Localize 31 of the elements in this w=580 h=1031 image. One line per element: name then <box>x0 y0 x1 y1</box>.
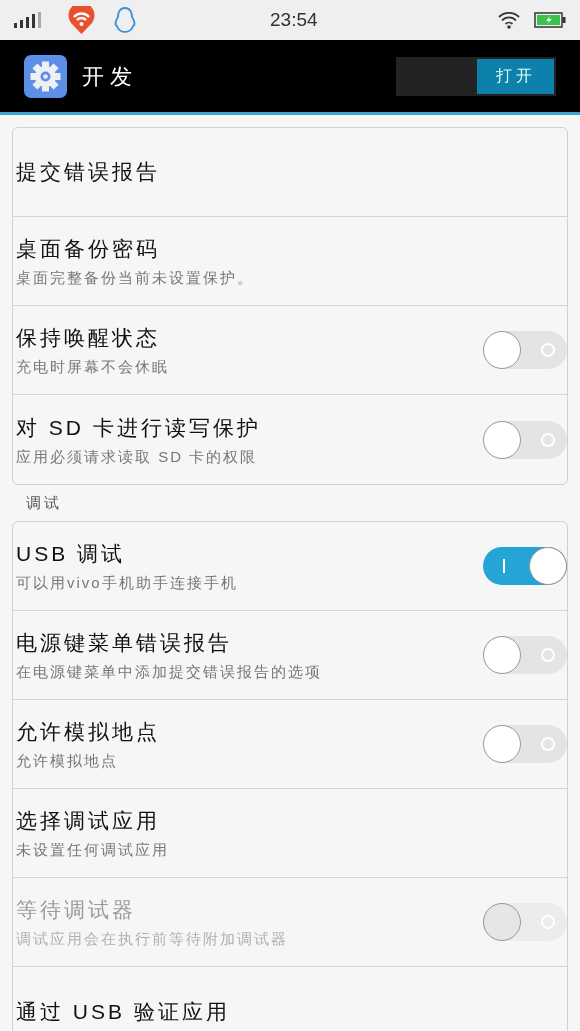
row-title[interactable]: 提交错误报告 <box>16 157 567 187</box>
penguin-icon <box>113 6 137 34</box>
row-subtitle: 在电源键菜单中添加提交错误报告的选项 <box>16 662 323 682</box>
wifi-icon <box>498 11 520 29</box>
toggle-switch[interactable] <box>483 636 567 674</box>
clock-time: 23:54 <box>270 7 318 32</box>
row-title[interactable]: 桌面备份密码 <box>16 234 567 264</box>
row-subtitle: 应用必须请求读取 SD 卡的权限 <box>16 446 259 467</box>
toggle-switch[interactable] <box>483 420 567 459</box>
row-subtitle: 允许模拟地点 <box>16 751 119 771</box>
battery-icon <box>534 12 566 28</box>
toggle-switch[interactable] <box>483 725 567 763</box>
section-label: 调试 <box>25 492 63 513</box>
row-title[interactable]: 通过 USB 验证应用 <box>16 996 567 1027</box>
row-subtitle: 调试应用会在执行前等待附加调试器 <box>16 929 289 949</box>
row-title[interactable]: 对 SD 卡进行读写保护 <box>16 412 483 443</box>
toggle-switch[interactable] <box>483 547 567 585</box>
row-title[interactable]: 允许模拟地点 <box>16 717 483 747</box>
row-subtitle: 桌面完整备份当前未设置保护。 <box>16 268 255 288</box>
row-subtitle: 未设置任何调试应用 <box>16 840 170 860</box>
page-title: 开发 <box>82 62 138 91</box>
wifi-app-icon <box>68 6 95 34</box>
row-title[interactable]: 保持唤醒状态 <box>16 323 483 353</box>
toggle-switch[interactable] <box>483 331 567 369</box>
row-title[interactable]: 电源键菜单错误报告 <box>16 628 483 658</box>
row-subtitle: 充电时屏幕不会休眠 <box>16 357 170 377</box>
gear-icon <box>24 54 67 98</box>
row-subtitle: 可以用vivo手机助手连接手机 <box>16 573 239 593</box>
row-title[interactable]: 选择调试应用 <box>16 806 567 836</box>
master-switch[interactable]: 打开 <box>396 56 556 96</box>
row-title[interactable]: USB 调试 <box>16 539 483 569</box>
